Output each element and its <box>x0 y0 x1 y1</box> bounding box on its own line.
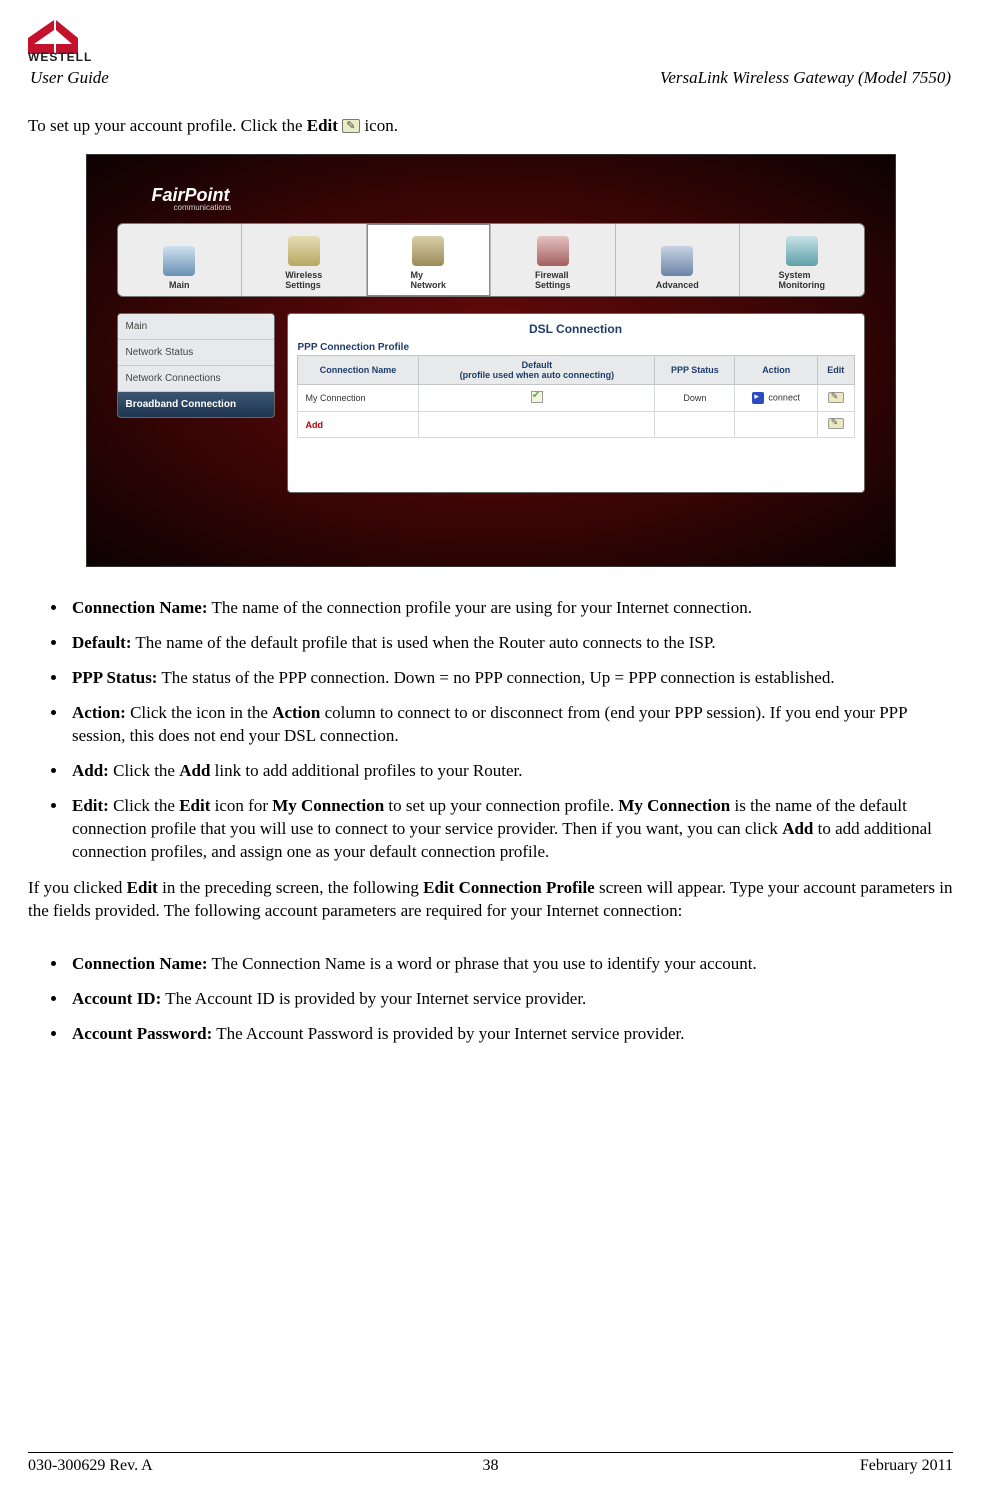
list-item: Connection Name: The Connection Name is … <box>68 953 953 976</box>
connect-link[interactable]: connect <box>768 392 800 402</box>
connect-icon[interactable] <box>752 392 764 404</box>
edit-icon[interactable] <box>828 392 844 403</box>
sidebar-item-network-status[interactable]: Network Status <box>118 340 274 366</box>
def-label: Action: <box>72 703 126 722</box>
cell-default <box>419 385 655 412</box>
header-right: VersaLink Wireless Gateway (Model 7550) <box>660 68 951 88</box>
table-row: My Connection Down connect <box>297 385 854 412</box>
tab-icon <box>288 236 320 266</box>
header: User Guide VersaLink Wireless Gateway (M… <box>28 68 953 90</box>
dsl-panel: DSL Connection PPP Connection Profile Co… <box>287 313 865 493</box>
checkbox-icon[interactable] <box>531 391 543 403</box>
tab-label: FirewallSettings <box>535 270 571 290</box>
def-label: Connection Name: <box>72 598 208 617</box>
tab-system-monitoring[interactable]: SystemMonitoring <box>740 224 864 296</box>
def-label: Connection Name: <box>72 954 208 973</box>
tab-main[interactable]: Main <box>118 224 243 296</box>
fairpoint-logo: FairPoint communications <box>152 185 232 212</box>
sidebar-item-network-connections[interactable]: Network Connections <box>118 366 274 392</box>
cell-name: My Connection <box>297 385 419 412</box>
def-label: Edit: <box>72 796 109 815</box>
router-screenshot: FairPoint communications Main WirelessSet… <box>86 154 896 567</box>
list-item: Account Password: The Account Password i… <box>68 1023 953 1046</box>
cell-action <box>735 412 818 438</box>
list-item: Connection Name: The name of the connect… <box>68 597 953 620</box>
profile-table: Connection NameDefault (profile used whe… <box>297 355 855 438</box>
cell-status: Down <box>655 385 735 412</box>
edit-icon[interactable] <box>828 418 844 429</box>
tab-firewall-settings[interactable]: FirewallSettings <box>491 224 616 296</box>
sidebar-item-broadband-connection[interactable]: Broadband Connection <box>118 392 274 417</box>
tab-label: SystemMonitoring <box>779 270 826 290</box>
def-label: Account ID: <box>72 989 161 1008</box>
page: WESTELL User Guide VersaLink Wireless Ga… <box>0 0 981 1497</box>
brand-text: WESTELL <box>28 50 92 62</box>
tab-advanced[interactable]: Advanced <box>616 224 741 296</box>
col-header: Connection Name <box>297 356 419 385</box>
edit-icon <box>342 119 360 133</box>
cell-default <box>419 412 655 438</box>
cell-status <box>655 412 735 438</box>
brand-logo: WESTELL <box>28 20 953 62</box>
tab-icon <box>412 236 444 266</box>
definitions-list-1: Connection Name: The name of the connect… <box>28 597 953 863</box>
tab-icon <box>786 236 818 266</box>
def-label: Add: <box>72 761 109 780</box>
mid-paragraph: If you clicked Edit in the preceding scr… <box>28 877 953 923</box>
cell-edit <box>817 412 854 438</box>
list-item: Default: The name of the default profile… <box>68 632 953 655</box>
footer: 030-300629 Rev. A 38 February 2011 <box>28 1452 953 1475</box>
definitions-list-2: Connection Name: The Connection Name is … <box>28 953 953 1046</box>
def-label: Default: <box>72 633 131 652</box>
tab-label: MyNetwork <box>410 270 446 290</box>
header-left: User Guide <box>30 68 109 88</box>
sidebar-item-main[interactable]: Main <box>118 314 274 340</box>
cell-name: Add <box>297 412 419 438</box>
tab-icon <box>661 246 693 276</box>
tab-icon <box>537 236 569 266</box>
col-header: Action <box>735 356 818 385</box>
list-item: Add: Click the Add link to add additiona… <box>68 760 953 783</box>
col-header: Edit <box>817 356 854 385</box>
tab-label: WirelessSettings <box>285 270 322 290</box>
sidebar: MainNetwork StatusNetwork ConnectionsBro… <box>117 313 275 418</box>
def-label: PPP Status: <box>72 668 157 687</box>
add-link[interactable]: Add <box>306 420 324 430</box>
intro-text: To set up your account profile. Click th… <box>28 116 953 136</box>
col-header: Default (profile used when auto connecti… <box>419 356 655 385</box>
tab-my-network[interactable]: MyNetwork <box>367 224 492 296</box>
col-header: PPP Status <box>655 356 735 385</box>
def-label: Account Password: <box>72 1024 212 1043</box>
tab-label: Main <box>169 280 190 290</box>
cell-edit <box>817 385 854 412</box>
cell-action: connect <box>735 385 818 412</box>
main-tabs: Main WirelessSettings MyNetwork FirewallSet… <box>117 223 865 297</box>
tab-icon <box>163 246 195 276</box>
list-item: Edit: Click the Edit icon for My Connect… <box>68 795 953 864</box>
list-item: Account ID: The Account ID is provided b… <box>68 988 953 1011</box>
panel-title: DSL Connection <box>288 322 864 336</box>
list-item: Action: Click the icon in the Action col… <box>68 702 953 748</box>
panel-subheader: PPP Connection Profile <box>298 342 854 353</box>
list-item: PPP Status: The status of the PPP connec… <box>68 667 953 690</box>
table-row: Add <box>297 412 854 438</box>
tab-wireless-settings[interactable]: WirelessSettings <box>242 224 367 296</box>
tab-label: Advanced <box>656 280 699 290</box>
footer-page-number: 38 <box>28 1457 953 1475</box>
